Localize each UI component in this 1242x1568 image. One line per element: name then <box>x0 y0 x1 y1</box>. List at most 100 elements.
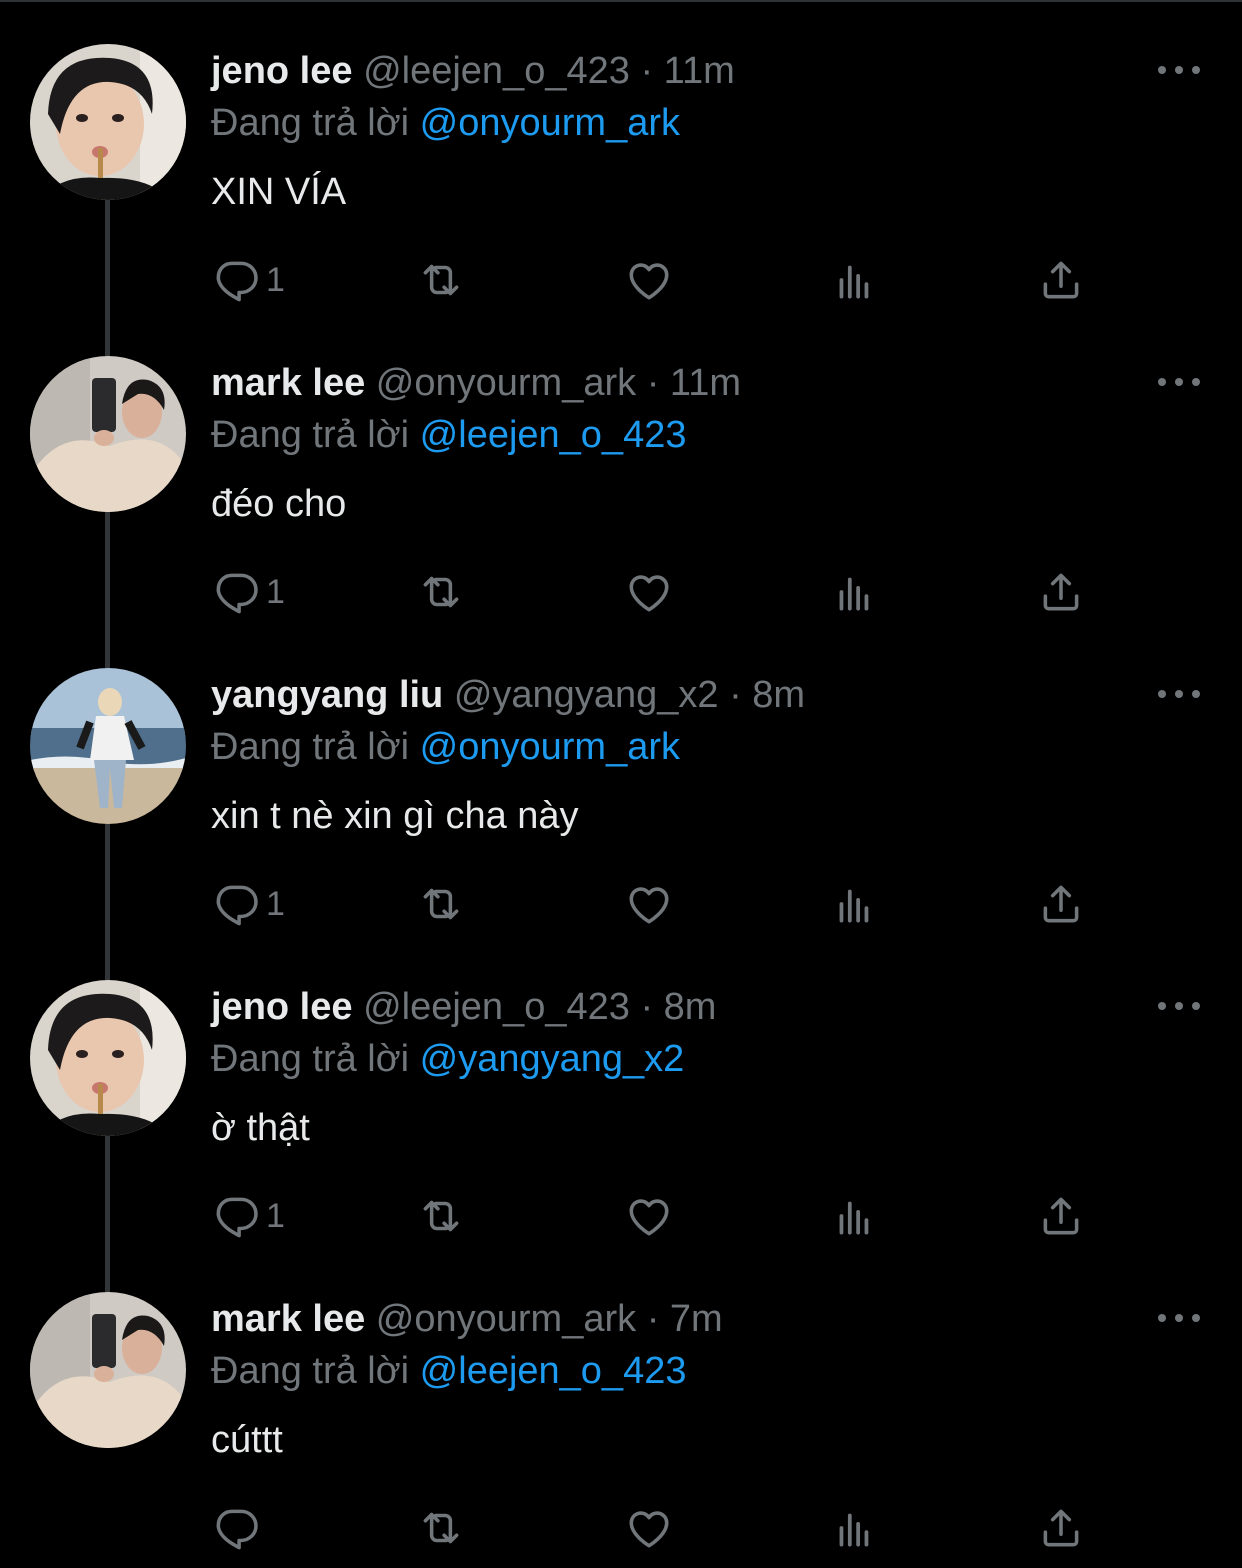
separator-dot: · <box>646 362 660 404</box>
share-button[interactable] <box>1036 1498 1086 1558</box>
username-handle[interactable]: @onyourm_ark <box>376 1298 636 1340</box>
like-icon <box>629 887 669 924</box>
timestamp[interactable]: 11m <box>664 50 735 92</box>
reply-mention-link[interactable]: @leejen_o_423 <box>420 414 687 456</box>
like-icon <box>629 263 669 300</box>
retweet-button[interactable] <box>416 874 466 934</box>
avatar[interactable] <box>30 356 186 512</box>
username-handle[interactable]: @onyourm_ark <box>376 362 636 404</box>
username-handle[interactable]: @leejen_o_423 <box>363 50 630 92</box>
like-button[interactable] <box>624 874 674 934</box>
more-icon[interactable] <box>1158 682 1200 706</box>
separator-dot: · <box>640 986 654 1028</box>
reply-icon <box>216 885 258 926</box>
action-bar: 1 <box>0 1186 1242 1246</box>
username-handle[interactable]: @yangyang_x2 <box>454 674 719 716</box>
action-bar: 1 <box>0 874 1242 934</box>
views-button[interactable] <box>830 562 880 622</box>
replying-to: Đang trả lời @onyourm_ark <box>211 721 680 773</box>
reply-count: 1 <box>266 572 285 611</box>
tweet-text: đéo cho <box>211 483 347 525</box>
timestamp[interactable]: 11m <box>670 362 741 404</box>
display-name[interactable]: mark lee <box>211 362 365 404</box>
reply-button[interactable]: 1 <box>212 1186 285 1246</box>
share-icon <box>1043 1197 1079 1235</box>
retweet-icon <box>423 576 459 608</box>
avatar[interactable] <box>30 980 186 1136</box>
avatar[interactable] <box>30 44 186 200</box>
share-button[interactable] <box>1036 562 1086 622</box>
display-name[interactable]: jeno lee <box>211 50 353 92</box>
share-button[interactable] <box>1036 1186 1086 1246</box>
timestamp[interactable]: 7m <box>670 1298 723 1340</box>
reply-icon <box>216 1197 258 1238</box>
like-button[interactable] <box>624 1186 674 1246</box>
reply-icon <box>216 1509 258 1550</box>
avatar[interactable] <box>30 1292 186 1448</box>
reply-mention-link[interactable]: @onyourm_ark <box>420 726 680 768</box>
retweet-icon <box>423 264 459 296</box>
like-button[interactable] <box>624 1498 674 1558</box>
like-icon <box>629 575 669 612</box>
more-icon[interactable] <box>1158 370 1200 394</box>
share-icon <box>1043 885 1079 923</box>
action-bar <box>0 1498 1242 1558</box>
reply-icon <box>216 261 258 302</box>
replying-to: Đang trả lời @yangyang_x2 <box>211 1033 684 1085</box>
tweet-header: jeno lee @leejen_o_423 · 11m <box>211 45 735 97</box>
views-icon <box>839 1201 869 1235</box>
retweet-button[interactable] <box>416 250 466 310</box>
timestamp[interactable]: 8m <box>752 674 805 716</box>
retweet-button[interactable] <box>416 1498 466 1558</box>
reply-count: 1 <box>266 1196 285 1235</box>
tweet[interactable]: yangyang liu @yangyang_x2 · 8m Đang trả … <box>0 624 1242 980</box>
share-icon <box>1043 573 1079 611</box>
like-button[interactable] <box>624 250 674 310</box>
retweet-button[interactable] <box>416 562 466 622</box>
share-icon <box>1043 1509 1079 1547</box>
replying-to: Đang trả lời @leejen_o_423 <box>211 1345 686 1397</box>
separator-dot: · <box>646 1298 660 1340</box>
views-button[interactable] <box>830 1498 880 1558</box>
display-name[interactable]: yangyang liu <box>211 674 443 716</box>
replying-label: Đang trả lời <box>211 1038 410 1080</box>
replying-to: Đang trả lời @leejen_o_423 <box>211 409 686 461</box>
reply-mention-link[interactable]: @onyourm_ark <box>420 102 680 144</box>
display-name[interactable]: jeno lee <box>211 986 353 1028</box>
views-button[interactable] <box>830 874 880 934</box>
replying-to: Đang trả lời @onyourm_ark <box>211 97 680 149</box>
more-icon[interactable] <box>1158 58 1200 82</box>
tweet[interactable]: mark lee @onyourm_ark · 11m Đang trả lời… <box>0 312 1242 668</box>
reply-mention-link[interactable]: @yangyang_x2 <box>420 1038 685 1080</box>
share-button[interactable] <box>1036 874 1086 934</box>
retweet-icon <box>423 1200 459 1232</box>
reply-button[interactable]: 1 <box>212 562 285 622</box>
avatar[interactable] <box>30 668 186 824</box>
reply-button[interactable]: 1 <box>212 250 285 310</box>
views-icon <box>839 889 869 923</box>
tweet-text: XIN VÍA <box>211 171 347 213</box>
share-button[interactable] <box>1036 250 1086 310</box>
tweet[interactable]: mark lee @onyourm_ark · 7m Đang trả lời … <box>0 1248 1242 1560</box>
views-icon <box>839 265 869 299</box>
reply-mention-link[interactable]: @leejen_o_423 <box>420 1350 687 1392</box>
views-button[interactable] <box>830 1186 880 1246</box>
replying-label: Đang trả lời <box>211 102 410 144</box>
tweet-header: jeno lee @leejen_o_423 · 8m <box>211 981 716 1033</box>
reply-button[interactable]: 1 <box>212 874 285 934</box>
more-icon[interactable] <box>1158 1306 1200 1330</box>
like-button[interactable] <box>624 562 674 622</box>
username-handle[interactable]: @leejen_o_423 <box>363 986 630 1028</box>
reply-button[interactable] <box>212 1498 266 1558</box>
views-button[interactable] <box>830 250 880 310</box>
tweet[interactable]: jeno lee @leejen_o_423 · 8m Đang trả lời… <box>0 936 1242 1292</box>
share-icon <box>1043 261 1079 299</box>
like-icon <box>629 1511 669 1548</box>
timestamp[interactable]: 8m <box>664 986 717 1028</box>
replying-label: Đang trả lời <box>211 726 410 768</box>
retweet-button[interactable] <box>416 1186 466 1246</box>
tweet[interactable]: jeno lee @leejen_o_423 · 11m Đang trả lờ… <box>0 0 1242 356</box>
display-name[interactable]: mark lee <box>211 1298 365 1340</box>
reply-thread: jeno lee @leejen_o_423 · 11m Đang trả lờ… <box>0 0 1242 1568</box>
more-icon[interactable] <box>1158 994 1200 1018</box>
